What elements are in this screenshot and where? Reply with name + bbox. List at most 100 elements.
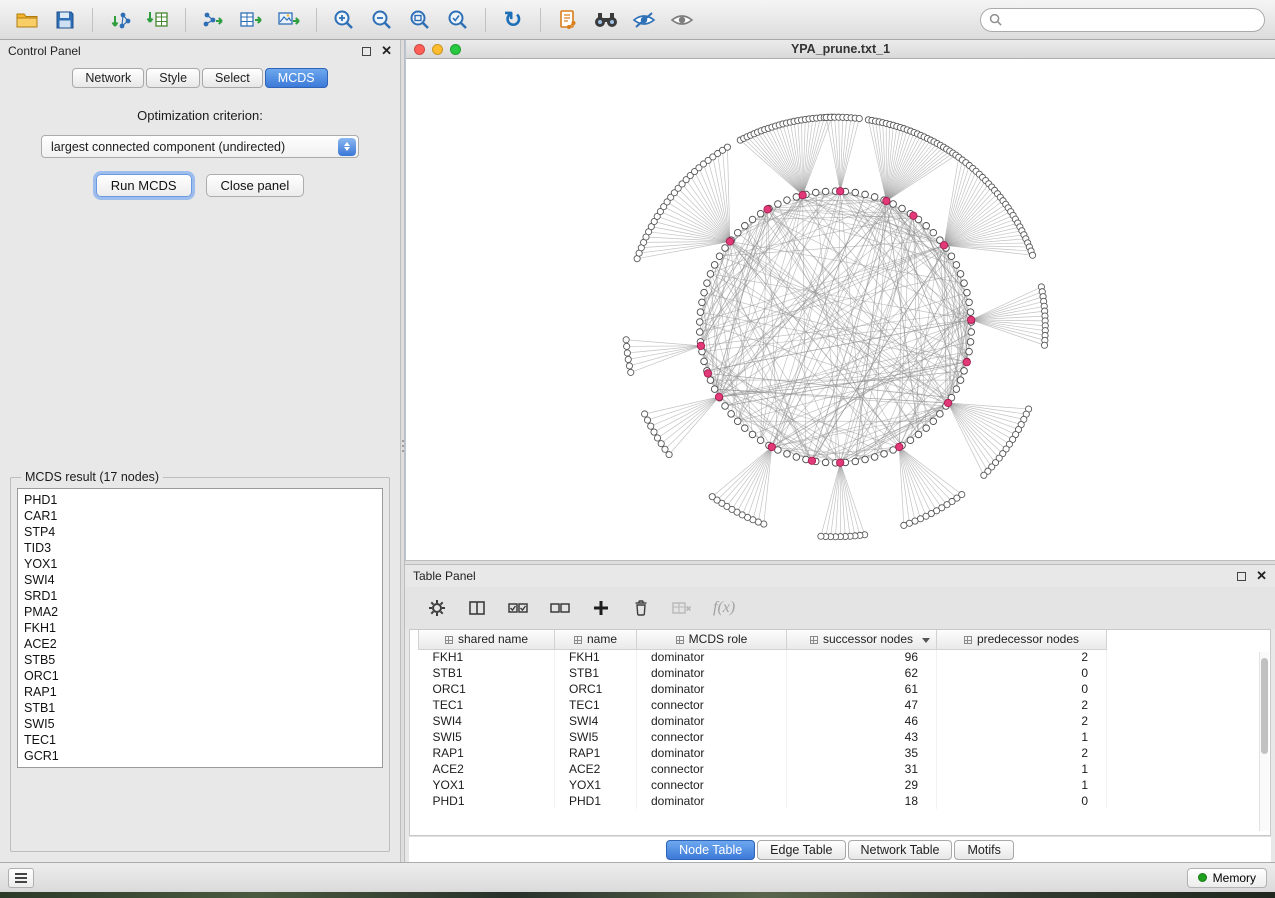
save-session-button[interactable] <box>48 5 82 35</box>
close-panel-button[interactable]: Close panel <box>206 174 305 197</box>
table-row[interactable]: TEC1TEC1connector472 <box>419 697 1264 713</box>
mcds-result-item[interactable]: RAP1 <box>24 684 376 700</box>
tab-node-table[interactable]: Node Table <box>666 840 755 860</box>
table-row[interactable]: SWI5SWI5connector431 <box>419 729 1264 745</box>
optimization-criterion-select[interactable]: largest connected component (undirected) <box>41 135 359 158</box>
add-column-button[interactable] <box>591 598 611 618</box>
table-row[interactable]: FKH1FKH1dominator962 <box>419 649 1264 665</box>
table-row[interactable]: ACE2ACE2connector311 <box>419 761 1264 777</box>
cell[interactable]: 61 <box>787 681 937 697</box>
tab-select[interactable]: Select <box>202 68 263 88</box>
cell[interactable]: YOX1 <box>555 777 637 793</box>
cell[interactable]: 35 <box>787 745 937 761</box>
import-network-button[interactable] <box>103 5 137 35</box>
column-header-successor-nodes[interactable]: successor nodes <box>787 630 937 649</box>
column-header-MCDS-role[interactable]: MCDS role <box>637 630 787 649</box>
table-row[interactable]: ORC1ORC1dominator610 <box>419 681 1264 697</box>
column-header-name[interactable]: name <box>555 630 637 649</box>
table-scrollbar[interactable] <box>1259 652 1269 831</box>
cell[interactable]: SWI4 <box>419 713 555 729</box>
mcds-result-item[interactable]: STB1 <box>24 700 376 716</box>
cell[interactable]: 1 <box>937 729 1107 745</box>
cell[interactable]: 0 <box>937 793 1107 809</box>
close-table-panel-icon[interactable]: ✕ <box>1256 568 1267 584</box>
cell[interactable]: 2 <box>937 649 1107 665</box>
show-all-button[interactable] <box>665 5 699 35</box>
mcds-result-item[interactable]: GCR1 <box>24 748 376 764</box>
close-control-panel-icon[interactable]: ✕ <box>381 43 392 59</box>
cell[interactable]: 47 <box>787 697 937 713</box>
table-row[interactable]: YOX1YOX1connector291 <box>419 777 1264 793</box>
tab-network[interactable]: Network <box>72 68 144 88</box>
mcds-result-item[interactable]: SRD1 <box>24 588 376 604</box>
cell[interactable]: 1 <box>937 777 1107 793</box>
cell[interactable]: STB1 <box>419 665 555 681</box>
network-canvas[interactable] <box>406 59 1275 560</box>
memory-button[interactable]: Memory <box>1187 868 1267 888</box>
cell[interactable]: dominator <box>637 665 787 681</box>
mcds-result-item[interactable]: PHD1 <box>24 492 376 508</box>
tab-network-table[interactable]: Network Table <box>848 840 953 860</box>
mcds-result-item[interactable]: TID3 <box>24 540 376 556</box>
cell[interactable]: SWI5 <box>419 729 555 745</box>
cell[interactable]: STB1 <box>555 665 637 681</box>
delete-column-button[interactable] <box>631 598 651 618</box>
cell[interactable]: connector <box>637 761 787 777</box>
table-settings-button[interactable] <box>427 598 447 618</box>
table-row[interactable]: STB1STB1dominator620 <box>419 665 1264 681</box>
select-all-button[interactable] <box>507 599 529 617</box>
zoom-selected-button[interactable] <box>441 5 475 35</box>
show-columns-button[interactable] <box>467 598 487 618</box>
cell[interactable]: 29 <box>787 777 937 793</box>
mcds-result-item[interactable]: SWI4 <box>24 572 376 588</box>
cell[interactable]: 0 <box>937 681 1107 697</box>
mcds-result-item[interactable]: SWI5 <box>24 716 376 732</box>
close-window-button[interactable] <box>414 44 425 55</box>
hide-selection-button[interactable] <box>627 5 661 35</box>
cell[interactable]: RAP1 <box>419 745 555 761</box>
open-file-button[interactable] <box>10 5 44 35</box>
delete-table-button[interactable] <box>671 599 693 617</box>
search-input[interactable] <box>1008 13 1256 27</box>
run-mcds-button[interactable]: Run MCDS <box>96 174 192 197</box>
maximize-window-button[interactable] <box>450 44 461 55</box>
mcds-result-item[interactable]: FKH1 <box>24 620 376 636</box>
mcds-result-item[interactable]: STB5 <box>24 652 376 668</box>
tab-style[interactable]: Style <box>146 68 200 88</box>
cell[interactable]: 1 <box>937 761 1107 777</box>
mcds-result-item[interactable]: YOX1 <box>24 556 376 572</box>
cell[interactable]: PHD1 <box>419 793 555 809</box>
zoom-in-button[interactable] <box>327 5 361 35</box>
cell[interactable]: ORC1 <box>419 681 555 697</box>
cell[interactable]: 31 <box>787 761 937 777</box>
cell[interactable]: 2 <box>937 713 1107 729</box>
cell[interactable]: 0 <box>937 665 1107 681</box>
mcds-result-item[interactable]: TEC1 <box>24 732 376 748</box>
cell[interactable]: 46 <box>787 713 937 729</box>
mcds-result-item[interactable]: ORC1 <box>24 668 376 684</box>
float-panel-icon[interactable] <box>362 47 371 56</box>
mcds-result-item[interactable]: CAR1 <box>24 508 376 524</box>
cell[interactable]: RAP1 <box>555 745 637 761</box>
cell[interactable]: ACE2 <box>555 761 637 777</box>
mcds-result-list[interactable]: PHD1CAR1STP4TID3YOX1SWI4SRD1PMA2FKH1ACE2… <box>17 488 383 768</box>
cell[interactable]: 43 <box>787 729 937 745</box>
cell[interactable]: dominator <box>637 793 787 809</box>
cell[interactable]: ACE2 <box>419 761 555 777</box>
cell[interactable]: TEC1 <box>555 697 637 713</box>
cell[interactable]: 18 <box>787 793 937 809</box>
cell[interactable]: 2 <box>937 745 1107 761</box>
scrollbar-thumb[interactable] <box>1261 658 1268 754</box>
float-table-panel-icon[interactable] <box>1237 572 1246 581</box>
export-network-button[interactable] <box>196 5 230 35</box>
tab-edge-table[interactable]: Edge Table <box>757 840 845 860</box>
cell[interactable]: FKH1 <box>419 649 555 665</box>
table-row[interactable]: RAP1RAP1dominator352 <box>419 745 1264 761</box>
cell[interactable]: SWI4 <box>555 713 637 729</box>
cell[interactable]: ORC1 <box>555 681 637 697</box>
network-from-selection-button[interactable] <box>551 5 585 35</box>
panel-menu-button[interactable] <box>8 868 34 888</box>
zoom-out-button[interactable] <box>365 5 399 35</box>
cell[interactable]: SWI5 <box>555 729 637 745</box>
cell[interactable]: connector <box>637 777 787 793</box>
